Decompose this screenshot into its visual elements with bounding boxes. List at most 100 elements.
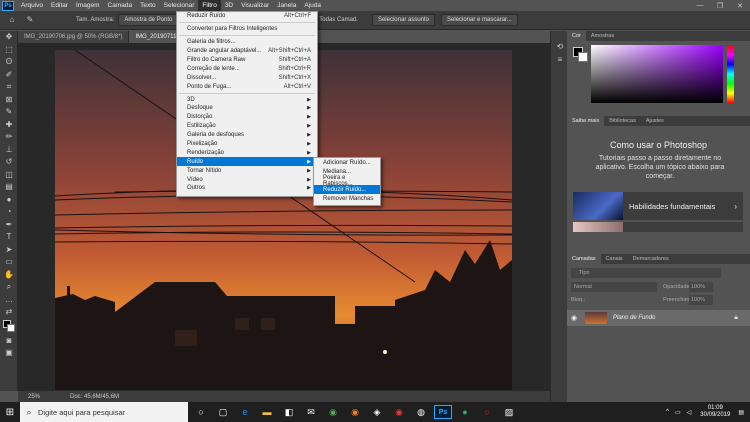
filter-menu-item[interactable]: Correção de lente... Shift+Ctrl+R	[177, 64, 317, 73]
firefox-icon[interactable]: ◉	[346, 402, 364, 422]
healing-tool-icon[interactable]: ✚	[0, 119, 18, 132]
crop-tool-icon[interactable]: ⌗	[0, 81, 18, 94]
gradient-tool-icon[interactable]: ▤	[0, 181, 18, 194]
notification-icon[interactable]: ▤	[738, 409, 744, 416]
menu-janela[interactable]: Janela	[273, 0, 300, 11]
menu-3d[interactable]: 3D	[221, 0, 237, 11]
select-mask-button[interactable]: Selecionar e mascarar...	[441, 14, 518, 26]
layer-name[interactable]: Plano de Fundo	[613, 315, 734, 321]
task-view-icon[interactable]: ▢	[214, 402, 232, 422]
menu-imagem[interactable]: Imagem	[72, 0, 103, 11]
shape-tool-icon[interactable]: ▭	[0, 256, 18, 269]
color-field[interactable]	[591, 45, 723, 103]
fill-field[interactable]: 100%	[689, 295, 713, 305]
tab-camadas[interactable]: Camadas	[567, 254, 601, 264]
opera-icon[interactable]: ○	[478, 402, 496, 422]
tab-saiba-mais[interactable]: Saiba mais	[567, 116, 605, 126]
filter-menu-item[interactable]: Ruído ▶	[177, 157, 317, 167]
filter-menu-item[interactable]: Galeria de desfoques ▶	[177, 131, 317, 140]
hand-tool-icon[interactable]: ✋	[0, 269, 18, 282]
photos-icon[interactable]: ▨	[500, 402, 518, 422]
app-icon-1[interactable]: ◈	[368, 402, 386, 422]
zoom-tool-icon[interactable]: ⌕	[0, 281, 18, 294]
filter-menu-item[interactable]: Tornar Nítido ▶	[177, 166, 317, 175]
mail-icon[interactable]: ✉	[302, 402, 320, 422]
more-tools-icon[interactable]: …	[0, 294, 18, 307]
tab-amostras[interactable]: Amostras	[586, 31, 619, 41]
taskbar-search-box[interactable]: ⌕ Digite aqui para pesquisar	[20, 402, 188, 422]
eyedropper-tool-icon[interactable]: ✎	[0, 106, 18, 119]
background-color-swatch[interactable]	[578, 52, 588, 62]
filter-menu-item[interactable]: Converter para Filtros Inteligentes	[177, 25, 317, 34]
lasso-tool-icon[interactable]: ʘ	[0, 56, 18, 69]
maximize-icon[interactable]: ❐	[710, 2, 730, 10]
menu-selecionar[interactable]: Selecionar	[160, 0, 199, 11]
foreground-background-swatch[interactable]	[0, 319, 18, 335]
noise-submenu-item[interactable]: Adicionar Ruído...	[314, 158, 380, 167]
network-icon[interactable]: ▭	[675, 409, 681, 416]
eraser-tool-icon[interactable]: ◫	[0, 169, 18, 182]
menu-ajuda[interactable]: Ajuda	[300, 0, 325, 11]
noise-submenu-item[interactable]: Poeira e Rabiscos...	[314, 175, 380, 187]
marquee-tool-icon[interactable]: ⬚	[0, 44, 18, 57]
home-icon[interactable]: ⌂	[6, 14, 18, 26]
filter-menu-item[interactable]: Vídeo ▶	[177, 175, 317, 184]
path-select-icon[interactable]: ➤	[0, 244, 18, 257]
tab-canais[interactable]: Canais	[601, 254, 628, 264]
chrome-icon[interactable]: ◉	[324, 402, 342, 422]
noise-submenu-item[interactable]: Reduzir Ruído...	[314, 185, 380, 194]
filter-menu-item[interactable]: Grande angular adaptável... Alt+Shift+Ctr…	[177, 47, 317, 56]
learn-card-fundamentals[interactable]: Habilidades fundamentais ›	[573, 192, 743, 220]
minimize-icon[interactable]: —	[690, 2, 710, 10]
menu-arquivo[interactable]: Arquivo	[17, 0, 47, 11]
app-icon-3[interactable]: ◍	[412, 402, 430, 422]
menu-editar[interactable]: Editar	[47, 0, 72, 11]
filter-menu-item[interactable]: Reduzir Ruído Alt+Ctrl+F	[177, 12, 317, 21]
sample-size-select[interactable]: Amostra de Ponto	[118, 14, 179, 26]
quick-select-tool-icon[interactable]: ✐	[0, 69, 18, 82]
menu-filtro[interactable]: Filtro	[198, 0, 221, 11]
select-subject-button[interactable]: Selecionar assunto	[371, 14, 436, 26]
app-icon-2[interactable]: ◉	[390, 402, 408, 422]
menu-texto[interactable]: Texto	[136, 0, 160, 11]
pen-tool-icon[interactable]: ✒	[0, 219, 18, 232]
layer-row-background[interactable]: ◉ Plano de Fundo 🔒︎	[567, 310, 750, 326]
photoshop-taskbar-icon[interactable]: Ps	[434, 405, 452, 419]
filter-menu-item[interactable]: Galeria de filtros...	[177, 38, 317, 47]
stamp-tool-icon[interactable]: ⊥	[0, 144, 18, 157]
filter-menu-item[interactable]: Desfoque ▶	[177, 104, 317, 113]
tab-bibliotecas[interactable]: Bibliotecas	[604, 116, 641, 126]
frame-tool-icon[interactable]: ⊠	[0, 94, 18, 107]
tab-document-1[interactable]: IMG_20190706.jpg @ 50% (RGB/8*)	[18, 31, 130, 43]
menu-visualizar[interactable]: Visualizar	[237, 0, 273, 11]
quick-mask-icon[interactable]: ◙	[0, 335, 18, 348]
filter-menu-item[interactable]: Distorção ▶	[177, 113, 317, 122]
filter-menu-item[interactable]: Dissolver... Shift+Ctrl+X	[177, 73, 317, 82]
menu-camada[interactable]: Camada	[104, 0, 137, 11]
type-tool-icon[interactable]: T	[0, 231, 18, 244]
tab-cor[interactable]: Cor	[567, 31, 586, 41]
volume-icon[interactable]: ◁	[687, 409, 692, 416]
tab-ajustes[interactable]: Ajustes	[641, 116, 669, 126]
hue-slider[interactable]	[727, 45, 734, 103]
filter-menu-item[interactable]: 3D ▶	[177, 95, 317, 104]
file-explorer-icon[interactable]: ▬	[258, 402, 276, 422]
filter-menu-item[interactable]: Ponto de Fuga... Alt+Ctrl+V	[177, 82, 317, 91]
filter-menu-item[interactable]: Filtro do Camera Raw Shift+Ctrl+A	[177, 56, 317, 65]
filter-menu-item[interactable]: Pixelização ▶	[177, 140, 317, 149]
store-icon[interactable]: ◧	[280, 402, 298, 422]
opacity-field[interactable]: 100%	[689, 282, 713, 292]
filter-menu-item[interactable]: Estilização ▶	[177, 122, 317, 131]
blend-mode-select[interactable]: Normal	[571, 282, 657, 292]
filter-menu-item[interactable]: Outros ▶	[177, 184, 317, 193]
windows-start-icon[interactable]: ⊞	[0, 402, 20, 422]
history-brush-icon[interactable]: ↺	[0, 156, 18, 169]
layer-kind-filter[interactable]: Tipo	[571, 268, 721, 278]
filter-menu-item[interactable]: Renderização ▶	[177, 148, 317, 157]
spotify-icon[interactable]: ●	[456, 402, 474, 422]
blur-tool-icon[interactable]: ●	[0, 194, 18, 207]
brush-tool-icon[interactable]: ✏	[0, 131, 18, 144]
swap-colors-icon[interactable]: ⇄	[0, 306, 18, 319]
edge-icon[interactable]: e	[236, 402, 254, 422]
screen-mode-icon[interactable]: ▣	[0, 347, 18, 360]
